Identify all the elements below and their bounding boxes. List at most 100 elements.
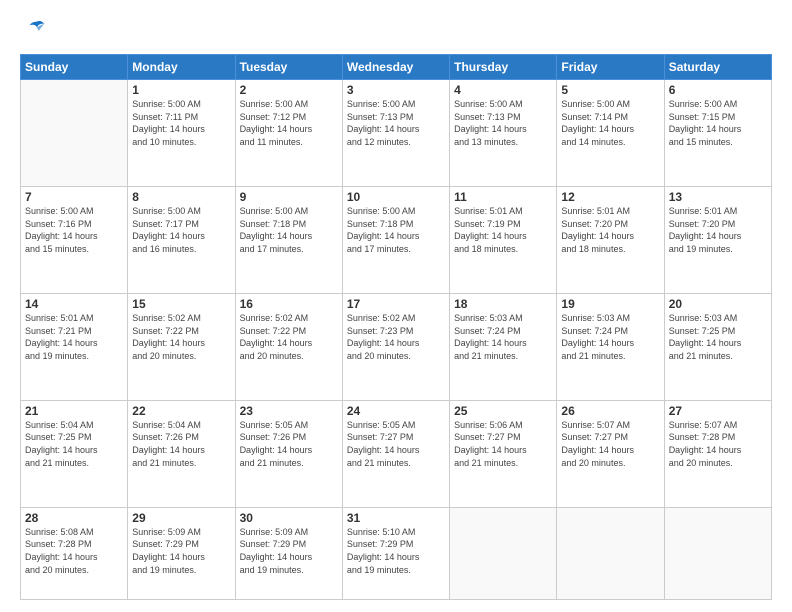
day-info: Sunrise: 5:09 AM Sunset: 7:29 PM Dayligh… — [132, 526, 230, 576]
day-info: Sunrise: 5:00 AM Sunset: 7:17 PM Dayligh… — [132, 205, 230, 255]
day-number: 26 — [561, 404, 659, 418]
day-number: 9 — [240, 190, 338, 204]
day-info: Sunrise: 5:09 AM Sunset: 7:29 PM Dayligh… — [240, 526, 338, 576]
calendar-cell: 13Sunrise: 5:01 AM Sunset: 7:20 PM Dayli… — [664, 186, 771, 293]
calendar-week-row: 28Sunrise: 5:08 AM Sunset: 7:28 PM Dayli… — [21, 507, 772, 599]
day-number: 21 — [25, 404, 123, 418]
calendar-week-row: 14Sunrise: 5:01 AM Sunset: 7:21 PM Dayli… — [21, 293, 772, 400]
day-number: 15 — [132, 297, 230, 311]
day-info: Sunrise: 5:03 AM Sunset: 7:24 PM Dayligh… — [454, 312, 552, 362]
day-number: 25 — [454, 404, 552, 418]
calendar-cell: 23Sunrise: 5:05 AM Sunset: 7:26 PM Dayli… — [235, 400, 342, 507]
calendar-cell: 18Sunrise: 5:03 AM Sunset: 7:24 PM Dayli… — [450, 293, 557, 400]
day-info: Sunrise: 5:08 AM Sunset: 7:28 PM Dayligh… — [25, 526, 123, 576]
day-info: Sunrise: 5:02 AM Sunset: 7:23 PM Dayligh… — [347, 312, 445, 362]
day-info: Sunrise: 5:00 AM Sunset: 7:14 PM Dayligh… — [561, 98, 659, 148]
calendar-cell — [557, 507, 664, 599]
weekday-header-wednesday: Wednesday — [342, 55, 449, 80]
calendar-cell: 8Sunrise: 5:00 AM Sunset: 7:17 PM Daylig… — [128, 186, 235, 293]
day-number: 8 — [132, 190, 230, 204]
calendar-cell: 19Sunrise: 5:03 AM Sunset: 7:24 PM Dayli… — [557, 293, 664, 400]
calendar-cell — [450, 507, 557, 599]
day-number: 23 — [240, 404, 338, 418]
day-number: 1 — [132, 83, 230, 97]
day-info: Sunrise: 5:05 AM Sunset: 7:27 PM Dayligh… — [347, 419, 445, 469]
calendar-cell: 6Sunrise: 5:00 AM Sunset: 7:15 PM Daylig… — [664, 80, 771, 187]
day-number: 3 — [347, 83, 445, 97]
calendar-cell: 28Sunrise: 5:08 AM Sunset: 7:28 PM Dayli… — [21, 507, 128, 599]
calendar-cell — [21, 80, 128, 187]
day-number: 29 — [132, 511, 230, 525]
day-number: 18 — [454, 297, 552, 311]
day-info: Sunrise: 5:07 AM Sunset: 7:27 PM Dayligh… — [561, 419, 659, 469]
weekday-header-tuesday: Tuesday — [235, 55, 342, 80]
day-info: Sunrise: 5:06 AM Sunset: 7:27 PM Dayligh… — [454, 419, 552, 469]
calendar-cell: 3Sunrise: 5:00 AM Sunset: 7:13 PM Daylig… — [342, 80, 449, 187]
day-info: Sunrise: 5:04 AM Sunset: 7:26 PM Dayligh… — [132, 419, 230, 469]
day-info: Sunrise: 5:00 AM Sunset: 7:12 PM Dayligh… — [240, 98, 338, 148]
calendar-cell: 29Sunrise: 5:09 AM Sunset: 7:29 PM Dayli… — [128, 507, 235, 599]
day-number: 27 — [669, 404, 767, 418]
day-info: Sunrise: 5:02 AM Sunset: 7:22 PM Dayligh… — [132, 312, 230, 362]
calendar-cell: 4Sunrise: 5:00 AM Sunset: 7:13 PM Daylig… — [450, 80, 557, 187]
day-number: 5 — [561, 83, 659, 97]
day-number: 31 — [347, 511, 445, 525]
day-number: 17 — [347, 297, 445, 311]
day-number: 16 — [240, 297, 338, 311]
day-info: Sunrise: 5:10 AM Sunset: 7:29 PM Dayligh… — [347, 526, 445, 576]
calendar-cell: 1Sunrise: 5:00 AM Sunset: 7:11 PM Daylig… — [128, 80, 235, 187]
day-info: Sunrise: 5:02 AM Sunset: 7:22 PM Dayligh… — [240, 312, 338, 362]
day-number: 4 — [454, 83, 552, 97]
calendar-cell: 14Sunrise: 5:01 AM Sunset: 7:21 PM Dayli… — [21, 293, 128, 400]
header — [20, 16, 772, 44]
calendar-week-row: 7Sunrise: 5:00 AM Sunset: 7:16 PM Daylig… — [21, 186, 772, 293]
day-info: Sunrise: 5:00 AM Sunset: 7:18 PM Dayligh… — [347, 205, 445, 255]
calendar-cell: 27Sunrise: 5:07 AM Sunset: 7:28 PM Dayli… — [664, 400, 771, 507]
day-info: Sunrise: 5:01 AM Sunset: 7:21 PM Dayligh… — [25, 312, 123, 362]
calendar-cell: 15Sunrise: 5:02 AM Sunset: 7:22 PM Dayli… — [128, 293, 235, 400]
day-number: 2 — [240, 83, 338, 97]
day-number: 30 — [240, 511, 338, 525]
day-info: Sunrise: 5:05 AM Sunset: 7:26 PM Dayligh… — [240, 419, 338, 469]
weekday-header-sunday: Sunday — [21, 55, 128, 80]
day-number: 13 — [669, 190, 767, 204]
day-number: 28 — [25, 511, 123, 525]
calendar-cell: 9Sunrise: 5:00 AM Sunset: 7:18 PM Daylig… — [235, 186, 342, 293]
calendar-cell: 20Sunrise: 5:03 AM Sunset: 7:25 PM Dayli… — [664, 293, 771, 400]
weekday-header-monday: Monday — [128, 55, 235, 80]
calendar-cell: 22Sunrise: 5:04 AM Sunset: 7:26 PM Dayli… — [128, 400, 235, 507]
logo — [20, 16, 52, 44]
calendar-table: SundayMondayTuesdayWednesdayThursdayFrid… — [20, 54, 772, 600]
calendar-cell: 25Sunrise: 5:06 AM Sunset: 7:27 PM Dayli… — [450, 400, 557, 507]
calendar-cell: 26Sunrise: 5:07 AM Sunset: 7:27 PM Dayli… — [557, 400, 664, 507]
day-number: 24 — [347, 404, 445, 418]
day-info: Sunrise: 5:00 AM Sunset: 7:16 PM Dayligh… — [25, 205, 123, 255]
day-number: 14 — [25, 297, 123, 311]
day-info: Sunrise: 5:01 AM Sunset: 7:20 PM Dayligh… — [561, 205, 659, 255]
calendar-cell: 16Sunrise: 5:02 AM Sunset: 7:22 PM Dayli… — [235, 293, 342, 400]
day-number: 19 — [561, 297, 659, 311]
day-number: 12 — [561, 190, 659, 204]
day-number: 6 — [669, 83, 767, 97]
logo-icon — [20, 16, 48, 44]
calendar-cell: 7Sunrise: 5:00 AM Sunset: 7:16 PM Daylig… — [21, 186, 128, 293]
calendar-cell: 11Sunrise: 5:01 AM Sunset: 7:19 PM Dayli… — [450, 186, 557, 293]
day-info: Sunrise: 5:00 AM Sunset: 7:13 PM Dayligh… — [347, 98, 445, 148]
day-info: Sunrise: 5:04 AM Sunset: 7:25 PM Dayligh… — [25, 419, 123, 469]
weekday-header-thursday: Thursday — [450, 55, 557, 80]
day-info: Sunrise: 5:03 AM Sunset: 7:24 PM Dayligh… — [561, 312, 659, 362]
calendar-cell: 2Sunrise: 5:00 AM Sunset: 7:12 PM Daylig… — [235, 80, 342, 187]
day-info: Sunrise: 5:00 AM Sunset: 7:15 PM Dayligh… — [669, 98, 767, 148]
day-number: 11 — [454, 190, 552, 204]
day-number: 7 — [25, 190, 123, 204]
calendar-week-row: 1Sunrise: 5:00 AM Sunset: 7:11 PM Daylig… — [21, 80, 772, 187]
calendar-body: 1Sunrise: 5:00 AM Sunset: 7:11 PM Daylig… — [21, 80, 772, 600]
calendar-cell: 21Sunrise: 5:04 AM Sunset: 7:25 PM Dayli… — [21, 400, 128, 507]
calendar-cell: 30Sunrise: 5:09 AM Sunset: 7:29 PM Dayli… — [235, 507, 342, 599]
weekday-header-saturday: Saturday — [664, 55, 771, 80]
calendar-cell: 10Sunrise: 5:00 AM Sunset: 7:18 PM Dayli… — [342, 186, 449, 293]
calendar-cell: 31Sunrise: 5:10 AM Sunset: 7:29 PM Dayli… — [342, 507, 449, 599]
day-info: Sunrise: 5:00 AM Sunset: 7:11 PM Dayligh… — [132, 98, 230, 148]
calendar-cell: 17Sunrise: 5:02 AM Sunset: 7:23 PM Dayli… — [342, 293, 449, 400]
day-number: 10 — [347, 190, 445, 204]
